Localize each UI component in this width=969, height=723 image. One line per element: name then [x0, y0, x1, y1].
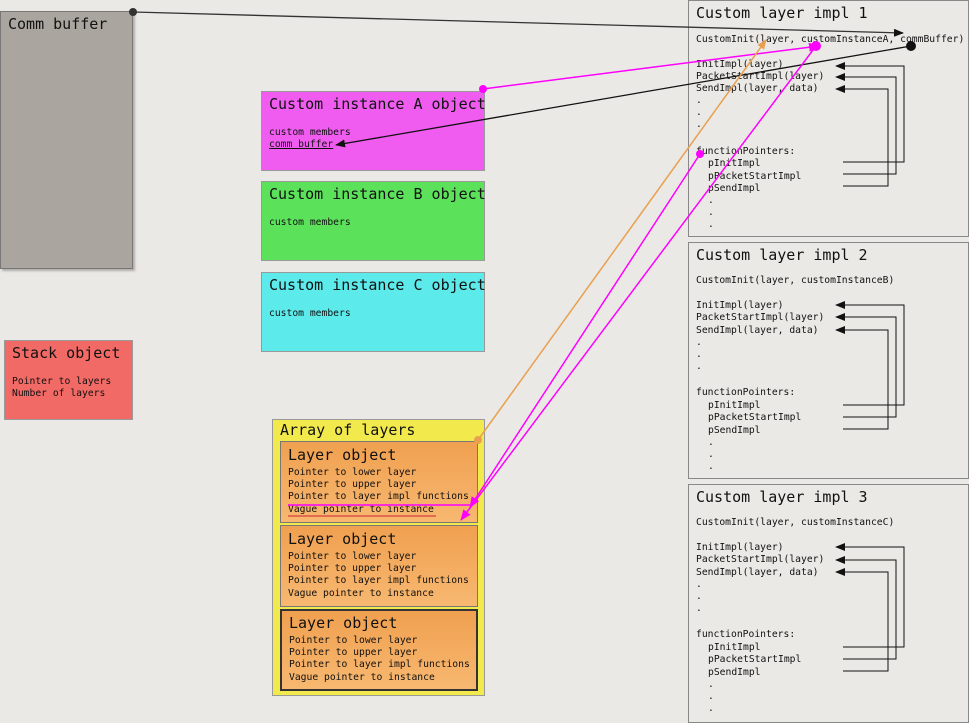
comm-buffer-arrow	[129, 8, 904, 37]
function-pointers-arrow	[469, 150, 704, 508]
instance-a-arrow	[479, 42, 820, 93]
impl-1-fp-brackets	[835, 62, 905, 187]
impl-3-fp-brackets	[835, 543, 905, 672]
impl-2-fp-brackets	[835, 301, 905, 430]
connectors-overlay	[129, 8, 916, 672]
layer-impl-arrow	[474, 39, 767, 444]
custom-instance-arrow	[460, 41, 821, 521]
comm-buffer-arg-arrow	[335, 41, 916, 148]
